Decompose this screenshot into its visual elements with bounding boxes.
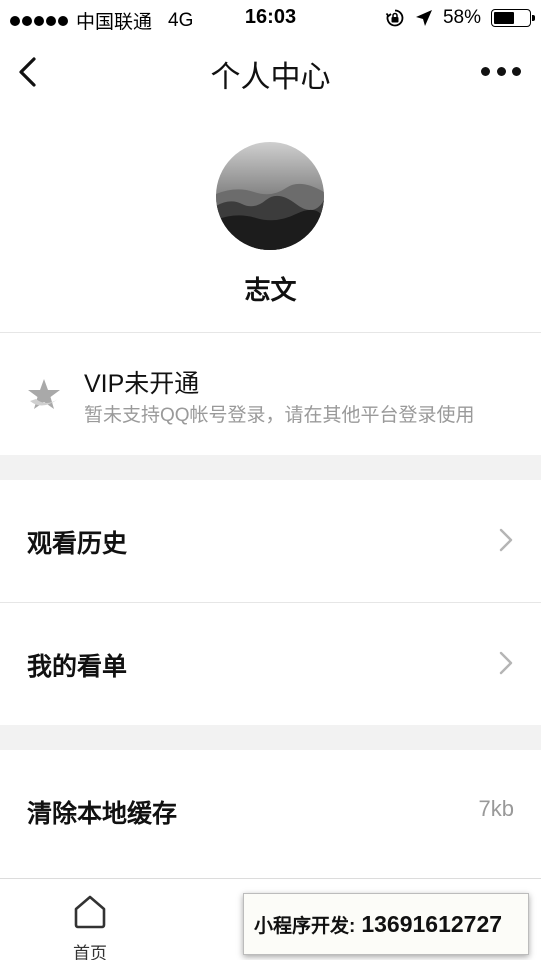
section-gap xyxy=(0,455,541,480)
username: 志文 xyxy=(244,275,297,305)
promo-label: 小程序开发: xyxy=(254,915,356,937)
vip-status-row[interactable] xyxy=(0,333,541,455)
rotation-lock-icon xyxy=(385,9,404,27)
star-moon-icon xyxy=(28,379,60,409)
watch-history-label: 观看历史 xyxy=(27,530,128,558)
battery-percent: 58% xyxy=(442,7,481,28)
location-arrow-icon xyxy=(415,10,432,26)
status-bar: 中国联通 4G 16:03 58% xyxy=(0,0,541,36)
page-title: 个人中心 xyxy=(210,61,331,94)
signal-strength-icon xyxy=(10,15,68,26)
more-options-button[interactable] xyxy=(481,64,521,78)
home-icon xyxy=(74,895,106,929)
vip-subtitle: 暂未支持QQ帐号登录，请在其他平台登录使用 xyxy=(84,405,475,426)
tab-home[interactable]: 首页 xyxy=(40,879,140,960)
vip-title: VIP未开通 xyxy=(84,370,200,398)
more-dots-icon xyxy=(481,66,490,76)
clear-cache-label: 清除本地缓存 xyxy=(27,800,178,828)
promo-banner: 小程序开发: 13691612727 xyxy=(243,893,529,955)
tab-home-label: 首页 xyxy=(73,944,107,960)
my-watchlist-row[interactable]: 我的看单 xyxy=(0,603,541,725)
clear-cache-row[interactable]: 清除本地缓存 7kb xyxy=(0,750,541,872)
my-watchlist-label: 我的看单 xyxy=(27,653,128,681)
watch-history-row[interactable]: 观看历史 xyxy=(0,480,541,602)
chevron-right-icon xyxy=(499,528,513,552)
carrier-name: 中国联通 xyxy=(76,12,153,33)
section-gap xyxy=(0,725,541,750)
chevron-right-icon xyxy=(499,651,513,675)
navigation-bar: 个人中心 xyxy=(0,36,541,106)
network-type: 4G xyxy=(168,9,194,31)
promo-phone: 13691612727 xyxy=(361,910,503,937)
avatar[interactable] xyxy=(216,142,324,250)
cache-size: 7kb xyxy=(478,796,514,821)
battery-icon xyxy=(491,9,535,27)
